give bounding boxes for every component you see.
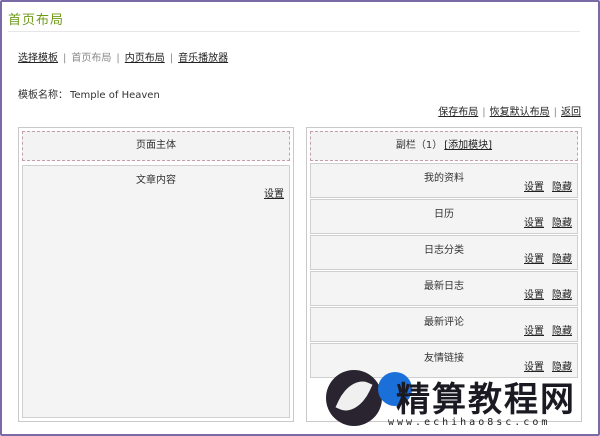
module-block[interactable]: 友情链接 设置 隐藏: [310, 343, 578, 378]
module-block[interactable]: 最新日志 设置 隐藏: [310, 271, 578, 306]
module-settings-link[interactable]: 设置: [524, 326, 544, 337]
layout-actions: 保存布局 | 恢复默认布局 | 返回: [438, 103, 581, 118]
module-block[interactable]: 日历 设置 隐藏: [310, 199, 578, 234]
module-links: 设置 隐藏: [516, 214, 572, 229]
nav-inner-layout[interactable]: 内页布局: [125, 53, 165, 64]
article-content-block[interactable]: 文章内容 设置: [22, 165, 290, 418]
module-hide-link[interactable]: 隐藏: [552, 254, 572, 265]
module-settings-link[interactable]: 设置: [524, 290, 544, 301]
module-hide-link[interactable]: 隐藏: [552, 326, 572, 337]
module-settings-link[interactable]: 设置: [524, 362, 544, 373]
module-block[interactable]: 日志分类 设置 隐藏: [310, 235, 578, 270]
module-links: 设置 隐藏: [516, 178, 572, 193]
module-settings-link[interactable]: 设置: [524, 218, 544, 229]
nav-separator: |: [63, 53, 67, 64]
module-hide-link[interactable]: 隐藏: [552, 218, 572, 229]
module-links: 设置: [256, 185, 284, 200]
nav-select-template[interactable]: 选择模板: [18, 53, 58, 64]
back-link[interactable]: 返回: [561, 107, 581, 118]
top-nav: 选择模板 | 首页布局 | 内页布局 | 音乐播放器: [18, 49, 228, 64]
template-name-value: Temple of Heaven: [70, 90, 160, 101]
module-settings-link[interactable]: 设置: [524, 254, 544, 265]
main-column-header-label: 页面主体: [136, 140, 176, 151]
restore-default-layout-link[interactable]: 恢复默认布局: [490, 107, 550, 118]
main-column: 页面主体 文章内容 设置: [18, 127, 294, 422]
nav-separator: |: [169, 53, 174, 64]
template-name-label: 模板名称：: [18, 90, 68, 101]
nav-home-layout[interactable]: 首页布局: [71, 53, 111, 64]
module-links: 设置 隐藏: [516, 358, 572, 373]
module-title: 文章内容: [136, 175, 176, 186]
save-layout-link[interactable]: 保存布局: [438, 107, 478, 118]
module-settings-link[interactable]: 设置: [264, 189, 284, 200]
module-links: 设置 隐藏: [516, 286, 572, 301]
side-column: 副栏（1） [添加模块] 我的资料 设置 隐藏 日历 设置 隐藏 日志分类 设置 隐藏 …: [306, 127, 582, 422]
side-column-header-label: 副栏（1）: [395, 140, 443, 151]
module-block[interactable]: 最新评论 设置 隐藏: [310, 307, 578, 342]
module-hide-link[interactable]: 隐藏: [552, 290, 572, 301]
main-column-header[interactable]: 页面主体: [22, 131, 290, 161]
template-name: 模板名称： Temple of Heaven: [18, 86, 160, 101]
module-hide-link[interactable]: 隐藏: [552, 362, 572, 373]
module-links: 设置 隐藏: [516, 250, 572, 265]
page-title: 首页布局: [8, 13, 65, 28]
nav-music-player[interactable]: 音乐播放器: [178, 53, 228, 64]
add-module-link[interactable]: [添加模块]: [444, 140, 492, 151]
title-divider: [8, 31, 580, 32]
side-column-header[interactable]: 副栏（1） [添加模块]: [310, 131, 578, 161]
module-hide-link[interactable]: 隐藏: [552, 182, 572, 193]
module-settings-link[interactable]: 设置: [524, 182, 544, 193]
nav-separator: |: [116, 53, 120, 64]
actions-separator: |: [553, 107, 557, 118]
module-links: 设置 隐藏: [516, 322, 572, 337]
module-block[interactable]: 我的资料 设置 隐藏: [310, 163, 578, 198]
actions-separator: |: [482, 107, 486, 118]
